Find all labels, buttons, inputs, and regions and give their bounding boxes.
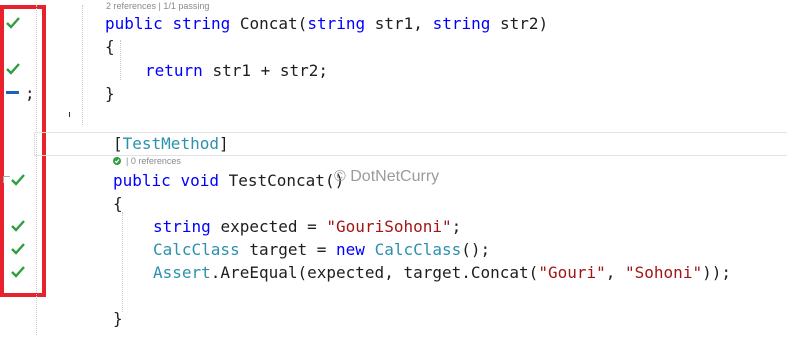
test-pass-check-icon[interactable] xyxy=(11,173,25,187)
bracket: [ xyxy=(113,134,123,153)
expected-line: string expected = "GouriSohoni"; xyxy=(153,217,461,237)
coverage-dash-icon[interactable] xyxy=(6,91,19,94)
method-name: Concat( xyxy=(239,14,308,33)
stray-semicolon: ; xyxy=(25,84,35,103)
code-text: , xyxy=(605,263,626,282)
concat-signature-line: public string Concat(string str1, string… xyxy=(105,14,548,34)
test-pass-check-icon[interactable] xyxy=(11,219,25,233)
test-pass-small-icon[interactable] xyxy=(113,157,121,165)
brace-open: { xyxy=(105,37,115,56)
string-literal: "Gouri" xyxy=(538,263,606,282)
brace-close: } xyxy=(105,84,115,103)
indent-guide xyxy=(120,40,121,80)
code-text: .AreEqual(expected, target.Concat( xyxy=(210,263,539,282)
code-text: )); xyxy=(702,263,731,282)
collapse-marker[interactable] xyxy=(3,176,10,183)
keyword: public xyxy=(105,14,163,33)
fold-tick xyxy=(66,112,70,117)
return-line: return str1 + str2; xyxy=(145,61,328,81)
bracket: ] xyxy=(218,134,229,153)
keyword: public xyxy=(113,171,171,190)
type-name: CalcClass xyxy=(374,240,462,259)
code-text: target = xyxy=(239,240,337,259)
param: str2) xyxy=(500,14,549,33)
attribute-name: TestMethod xyxy=(122,134,219,153)
code-text: (); xyxy=(461,240,491,259)
assert-line: Assert.AreEqual(expected, target.Concat(… xyxy=(153,263,731,283)
test-pass-check-icon[interactable] xyxy=(6,62,20,76)
test-pass-check-icon[interactable] xyxy=(11,265,25,279)
watermark: © DotNetCurry xyxy=(334,168,440,185)
test-signature-line: public void TestConcat() xyxy=(113,171,344,191)
indent-guide xyxy=(36,5,37,335)
codelens-references-passing[interactable]: 2 references | 1/1 passing xyxy=(106,1,209,11)
string-literal: "Sohoni" xyxy=(625,263,703,282)
target-line: CalcClass target = new CalcClass(); xyxy=(153,240,490,260)
type-name: Assert xyxy=(153,263,211,282)
type-name: CalcClass xyxy=(153,240,240,259)
keyword: string xyxy=(153,217,211,236)
keyword: new xyxy=(336,240,365,259)
code-text: expected = xyxy=(220,217,327,236)
code-text: ; xyxy=(451,217,462,236)
keyword: return xyxy=(145,61,203,80)
return-expression: str1 + str2; xyxy=(212,61,329,80)
attribute-line: [TestMethod] xyxy=(113,134,229,154)
brace-open: { xyxy=(113,194,123,213)
codelens-references[interactable]: | 0 references xyxy=(126,156,181,166)
keyword: void xyxy=(180,171,219,190)
keyword: string xyxy=(172,14,231,33)
indent-guide xyxy=(82,5,83,125)
brace-close: } xyxy=(113,309,123,328)
method-name: TestConcat() xyxy=(228,171,345,190)
keyword: string xyxy=(432,14,491,33)
keyword: string xyxy=(307,14,366,33)
string-literal: "GouriSohoni" xyxy=(326,217,452,236)
param: str1, xyxy=(374,14,423,33)
test-pass-check-icon[interactable] xyxy=(6,16,20,30)
indent-guide xyxy=(122,212,123,312)
test-pass-check-icon[interactable] xyxy=(11,242,25,256)
